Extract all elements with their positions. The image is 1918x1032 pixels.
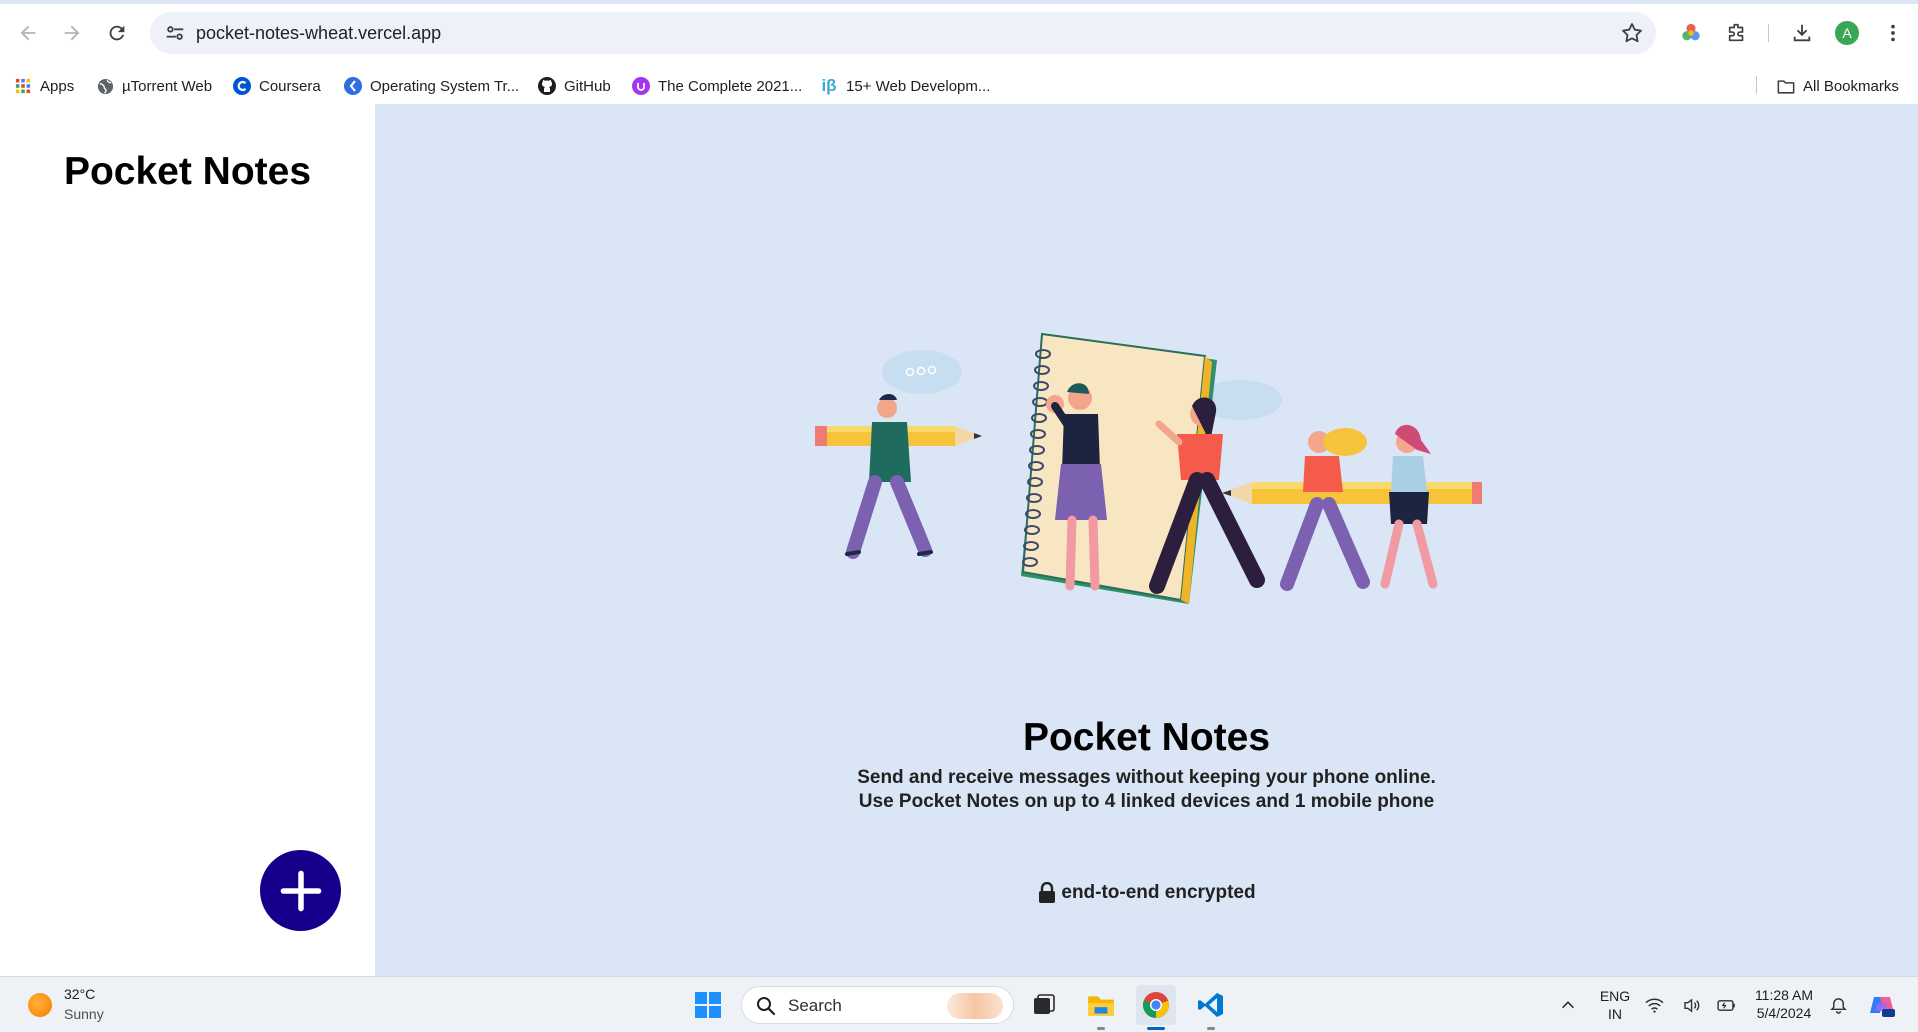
bookmark-coursera[interactable]: Coursera [233,75,321,97]
bookmarks-divider [1756,76,1757,94]
profile-avatar[interactable]: A [1835,21,1859,45]
taskbar: 32°C Sunny Search ENG IN 11:28 AM 5/4/20… [0,976,1918,1032]
all-bookmarks-button[interactable]: All Bookmarks [1777,75,1899,97]
bookmark-utorrent[interactable]: µTorrent Web [96,75,212,97]
sidebar: Pocket Notes [0,104,375,976]
reload-button[interactable] [100,16,134,50]
copilot-icon[interactable] [1862,985,1902,1025]
clock[interactable]: 11:28 AM 5/4/2024 [1748,986,1820,1022]
sidebar-title: Pocket Notes [63,150,312,193]
bookmark-udemy-course[interactable]: The Complete 2021... [632,75,802,97]
chevron-up-icon[interactable] [1548,985,1588,1025]
sun-icon[interactable] [28,993,52,1017]
more-menu-icon[interactable] [1879,19,1907,47]
hero-illustration [815,332,1482,604]
bookmark-web-development[interactable]: iβ 15+ Web Developm... [820,75,990,97]
site-settings-icon[interactable] [164,22,186,44]
active-indicator [1147,1027,1165,1030]
github-icon [538,77,556,95]
lock-icon [1039,882,1056,903]
udemy-icon [632,77,650,95]
running-indicator [1207,1027,1215,1030]
bookmark-label: µTorrent Web [122,77,213,95]
add-group-button[interactable] [260,850,341,931]
input-language[interactable]: ENG IN [1596,987,1634,1023]
welcome-title: Pocket Notes [1022,716,1271,759]
bookmark-site-icon [344,77,362,95]
weather-description[interactable]: Sunny [64,1006,104,1022]
back-button[interactable] [11,16,45,50]
color-extension-icon[interactable] [1677,19,1705,47]
file-explorer-icon[interactable] [1081,985,1121,1025]
plus-icon [280,870,321,911]
toolbar-divider [1768,24,1769,42]
main-panel: Pocket Notes Send and receive messages w… [375,104,1918,976]
arrow-right-icon [64,25,80,41]
weather-temperature[interactable]: 32°C [64,986,95,1002]
task-view-icon[interactable] [1024,985,1064,1025]
chrome-taskbar-icon[interactable] [1136,985,1176,1025]
bookmark-label: The Complete 2021... [658,77,803,95]
bookmark-github[interactable]: GitHub [538,75,611,97]
volume-icon[interactable] [1680,985,1704,1025]
downloads-icon[interactable] [1788,19,1816,47]
taskbar-search[interactable]: Search [741,986,1014,1024]
coursera-icon [233,77,251,95]
tab-strip-edge [0,0,1918,4]
all-bookmarks-label: All Bookmarks [1803,77,1899,95]
bookmark-apps[interactable]: Apps [14,75,74,97]
description-line: Send and receive messages without keepin… [857,767,1436,788]
bookmark-star-icon[interactable] [1620,21,1644,45]
bookmark-label: 15+ Web Developm... [846,77,991,95]
language-code: ENG [1599,988,1631,1004]
arrow-left-icon [20,25,36,41]
bookmark-operating-system[interactable]: Operating System Tr... [344,75,519,97]
description-line: Use Pocket Notes on up to 4 linked devic… [858,791,1435,812]
vscode-icon[interactable] [1191,985,1231,1025]
globe-icon [96,77,114,95]
bookmark-label: Operating System Tr... [370,77,520,95]
encryption-label: end-to-end encrypted [1061,882,1256,903]
clock-time: 11:28 AM [1754,987,1814,1003]
bookmark-label: GitHub [564,77,611,95]
welcome-description: Send and receive messages without keepin… [375,766,1918,814]
bookmark-label: Coursera [259,77,321,95]
wifi-icon[interactable] [1642,985,1666,1025]
clock-date: 5/4/2024 [1756,1005,1812,1021]
search-highlight-image [947,993,1003,1019]
encryption-notice: end-to-end encrypted [375,882,1918,904]
browser-toolbar: pocket-notes-wheat.vercel.app A [0,0,1918,66]
windows-start-icon[interactable] [688,985,728,1025]
battery-icon[interactable] [1712,985,1738,1025]
extensions-puzzle-icon[interactable] [1723,19,1751,47]
folder-icon [1777,77,1795,95]
search-placeholder: Search [788,996,842,1015]
bookmarks-bar: Apps µTorrent Web Coursera Operating Sys… [0,66,1918,104]
reload-icon [109,25,125,41]
running-indicator [1097,1027,1105,1030]
url-text[interactable]: pocket-notes-wheat.vercel.app [196,23,441,44]
search-icon [757,997,776,1016]
pocket-notes-app: Pocket Notes Pocket Notes Send and recei… [0,104,1918,976]
language-region: IN [1608,1006,1622,1022]
ib-icon: iβ [821,76,837,95]
notification-bell-icon[interactable] [1826,985,1850,1025]
apps-grid-icon [14,77,32,95]
address-bar[interactable]: pocket-notes-wheat.vercel.app [150,12,1656,54]
forward-button[interactable] [55,16,89,50]
bookmark-label: Apps [40,77,75,95]
